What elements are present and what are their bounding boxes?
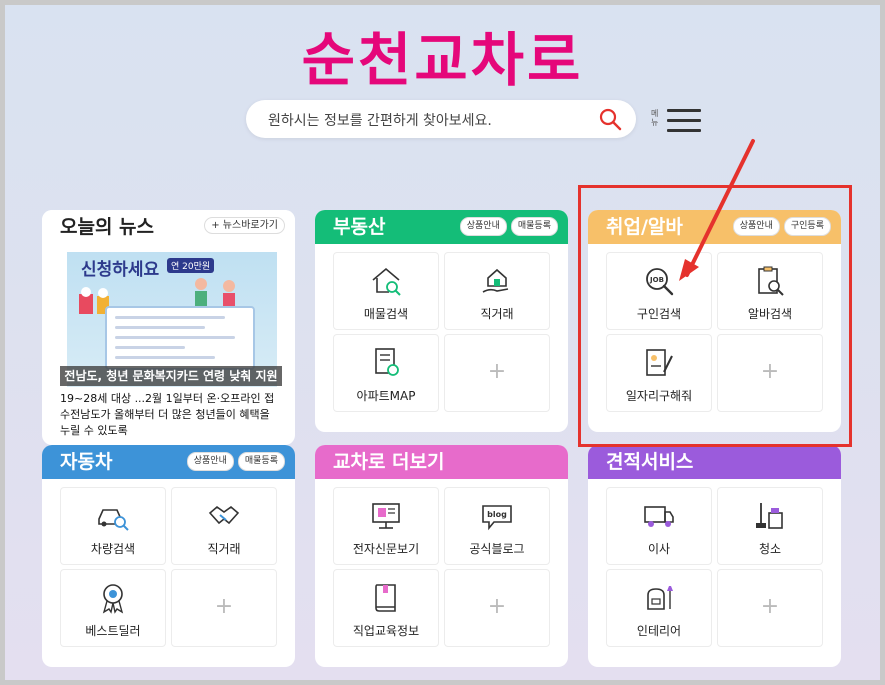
annotation-arrow-icon (679, 139, 755, 281)
car-product-info-button[interactable]: 상품안내 (186, 452, 234, 471)
best-dealer-button[interactable]: 베스트딜러 (60, 569, 166, 647)
armchair-lamp-icon (647, 586, 673, 610)
news-title: 오늘의 뉴스 (60, 216, 155, 238)
best-dealer-label: 베스트딜러 (85, 624, 141, 638)
more-add-button[interactable]: + (444, 569, 550, 647)
property-search-button[interactable]: 매물검색 (333, 252, 439, 330)
realestate-listing-register-button[interactable]: 매물등록 (510, 217, 558, 236)
plus-icon: + (214, 594, 234, 619)
search-input[interactable]: 원하시는 정보를 간편하게 찾아보세요. (268, 110, 492, 130)
estimate-card: 견적서비스 이사 청소 인테리어 + (588, 445, 841, 667)
car-search-button[interactable]: 차량검색 (60, 487, 166, 565)
cleaning-button[interactable]: 청소 (717, 487, 823, 565)
book-icon (375, 584, 396, 612)
job-training-info-button[interactable]: 직업교육정보 (333, 569, 439, 647)
menu-label: 메뉴 (651, 109, 659, 127)
news-more-button[interactable]: + 뉴스바로가기 (204, 217, 285, 234)
news-summary[interactable]: 19~28세 대상 ...2월 1일부터 온·오프라인 접수전남도가 올해부터 … (60, 391, 282, 439)
realestate-product-info-button[interactable]: 상품안내 (459, 217, 507, 236)
car-header: 자동차 상품안내 매물등록 (42, 445, 295, 479)
job-search-label: 구인검색 (636, 307, 682, 321)
blog-bubble-icon: blog (482, 505, 512, 531)
document-map-pin-icon (375, 348, 399, 376)
estimate-header: 견적서비스 (588, 445, 841, 479)
svg-text:blog: blog (487, 510, 507, 519)
find-job-for-me-button[interactable]: 일자리구해줘 (606, 334, 712, 412)
award-ribbon-icon (102, 584, 124, 614)
official-blog-label: 공식블로그 (469, 542, 525, 556)
jobs-post-register-button[interactable]: 구인등록 (783, 217, 831, 236)
estimate-title: 견적서비스 (606, 451, 694, 473)
monitor-news-icon (372, 503, 400, 529)
car-title: 자동차 (60, 451, 113, 473)
car-add-button[interactable]: + (171, 569, 277, 647)
apartment-map-label: 아파트MAP (356, 389, 416, 403)
parttime-search-label: 알바검색 (747, 307, 793, 321)
more-header: 교차로 더보기 (315, 445, 568, 479)
estimate-add-button[interactable]: + (717, 569, 823, 647)
job-training-info-label: 직업교육정보 (352, 624, 420, 638)
cleaning-bucket-icon (756, 503, 783, 529)
resume-pen-icon (646, 349, 673, 376)
house-hand-icon (482, 268, 509, 293)
news-image-document (105, 306, 255, 370)
find-job-for-me-label: 일자리구해줘 (625, 389, 693, 403)
realestate-header: 부동산 상품안내 매물등록 (315, 210, 568, 244)
car-listing-register-button[interactable]: 매물등록 (237, 452, 285, 471)
interior-button[interactable]: 인테리어 (606, 569, 712, 647)
plus-icon: + (487, 359, 507, 384)
hamburger-menu-icon[interactable] (667, 109, 701, 133)
house-search-icon (372, 267, 401, 296)
realestate-title: 부동산 (333, 216, 386, 238)
car-search-label: 차량검색 (90, 542, 136, 556)
news-caption[interactable]: 전남도, 청년 문화복지카드 연령 낮춰 지원 (60, 366, 282, 386)
car-direct-deal-label: 직거래 (207, 542, 241, 556)
handshake-icon (208, 505, 240, 525)
plus-icon: + (760, 594, 780, 619)
car-card: 자동차 상품안내 매물등록 차량검색 직거래 베스트딜러 + (42, 445, 295, 667)
news-header: 오늘의 뉴스 + 뉴스바로가기 (42, 210, 295, 244)
more-title: 교차로 더보기 (333, 451, 445, 473)
search-bar[interactable]: 원하시는 정보를 간편하게 찾아보세요. (246, 100, 636, 138)
jobs-add-button[interactable]: + (717, 334, 823, 412)
plus-icon: + (760, 359, 780, 384)
plus-icon: + (487, 594, 507, 619)
realestate-direct-deal-label: 직거래 (480, 307, 514, 321)
moving-button[interactable]: 이사 (606, 487, 712, 565)
realestate-direct-deal-button[interactable]: 직거래 (444, 252, 550, 330)
moving-label: 이사 (647, 542, 671, 556)
interior-label: 인테리어 (636, 624, 682, 638)
e-newspaper-label: 전자신문보기 (352, 542, 420, 556)
news-card: 오늘의 뉴스 + 뉴스바로가기 신청하세요 연 20만원 전남도, 청년 문화복 (42, 210, 295, 445)
cleaning-label: 청소 (758, 542, 782, 556)
page: 순천교차로 원하시는 정보를 간편하게 찾아보세요. 메뉴 오늘의 뉴스 + 뉴… (5, 5, 880, 680)
site-logo[interactable]: 순천교차로 (5, 13, 880, 97)
search-icon[interactable] (598, 107, 622, 131)
official-blog-button[interactable]: blog 공식블로그 (444, 487, 550, 565)
property-search-label: 매물검색 (363, 307, 409, 321)
car-direct-deal-button[interactable]: 직거래 (171, 487, 277, 565)
more-card: 교차로 더보기 전자신문보기 blog 공식블로그 직업교육정보 + (315, 445, 568, 667)
apartment-map-button[interactable]: 아파트MAP (333, 334, 439, 412)
news-image-title: 신청하세요 (81, 260, 160, 280)
truck-icon (644, 506, 674, 527)
car-search-icon (98, 509, 129, 531)
news-image-badge: 연 20만원 (167, 258, 215, 273)
realestate-card: 부동산 상품안내 매물등록 매물검색 직거래 아파트MAP + (315, 210, 568, 432)
e-newspaper-button[interactable]: 전자신문보기 (333, 487, 439, 565)
realestate-add-button[interactable]: + (444, 334, 550, 412)
svg-text:JOB: JOB (649, 276, 664, 284)
